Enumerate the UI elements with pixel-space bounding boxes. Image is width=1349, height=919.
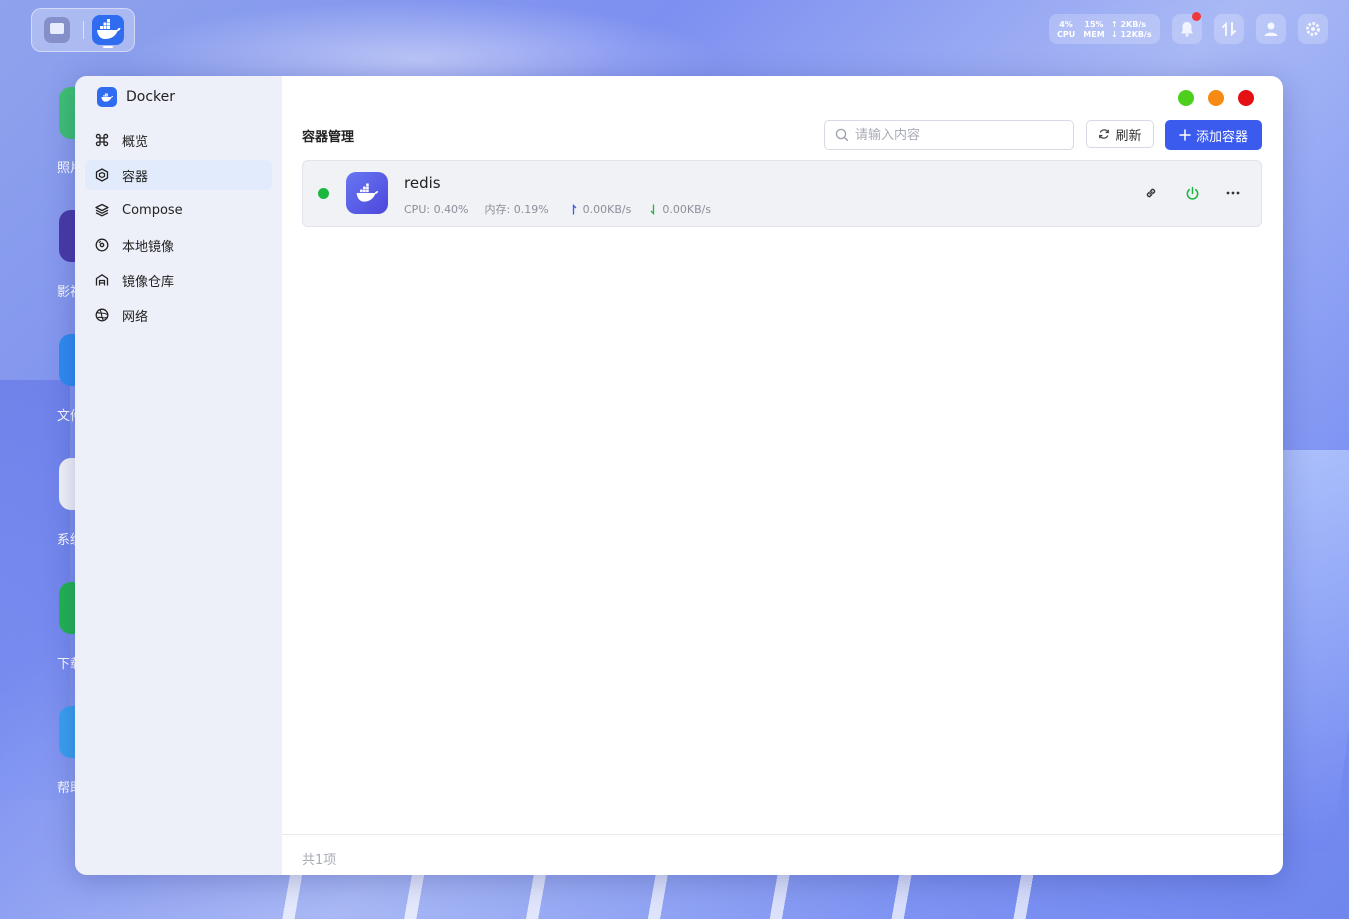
notification-badge bbox=[1192, 12, 1201, 21]
sidebar-item-label: 镜像仓库 bbox=[122, 274, 175, 290]
wallpaper-stripes bbox=[230, 870, 1130, 919]
sidebar-item-local-images[interactable]: 本地镜像 bbox=[85, 230, 272, 260]
desktop-label-help: 帮助 bbox=[57, 781, 77, 796]
container-net-down: 0.00KB/s bbox=[662, 202, 712, 216]
system-stats-widget[interactable]: 4% CPU 15% MEM ↑ 2KB/s ↓ 12KB/s bbox=[1049, 14, 1160, 44]
add-container-button[interactable]: 添加容器 bbox=[1165, 120, 1262, 150]
gear-icon bbox=[1306, 22, 1320, 36]
sidebar: Docker 概览 容器 Compose 本地镜像 镜像仓库 网络 bbox=[75, 76, 282, 875]
transfer-arrows-icon bbox=[1222, 21, 1236, 37]
sidebar-item-label: 容器 bbox=[122, 169, 149, 185]
bell-icon bbox=[1181, 22, 1193, 37]
docker-logo-icon bbox=[97, 87, 117, 107]
container-mem: 内存: 0.19% bbox=[484, 203, 549, 216]
sidebar-item-network[interactable]: 网络 bbox=[85, 300, 272, 330]
container-status-indicator bbox=[318, 188, 329, 199]
search-icon bbox=[835, 128, 849, 142]
docker-app-button[interactable] bbox=[92, 15, 124, 45]
sidebar-item-overview[interactable]: 概览 bbox=[85, 125, 272, 155]
total-count: 共1项 bbox=[302, 853, 337, 868]
minimize-button[interactable] bbox=[1178, 90, 1194, 106]
app-name: Docker bbox=[126, 89, 176, 105]
desktop-app-button[interactable] bbox=[44, 17, 70, 43]
search-input[interactable] bbox=[855, 125, 1065, 145]
layers-icon bbox=[95, 203, 109, 217]
docker-window: Docker 概览 容器 Compose 本地镜像 镜像仓库 网络 容器管理 请… bbox=[75, 76, 1283, 875]
desktop-label-files: 文件 bbox=[57, 409, 77, 424]
list-footer: 共1项 bbox=[282, 834, 1283, 875]
container-card[interactable]: redis CPU: 0.40% 内存: 0.19% 0.00KB/s 0.00… bbox=[302, 160, 1262, 227]
dock-divider bbox=[83, 21, 84, 39]
net-down-value: ↓ 12KB/s bbox=[1111, 30, 1152, 39]
container-net-up: 0.00KB/s bbox=[582, 202, 632, 216]
search-box bbox=[824, 120, 1074, 150]
user-icon bbox=[1264, 22, 1278, 36]
upload-arrow-icon bbox=[572, 203, 577, 214]
docker-whale-icon bbox=[97, 19, 121, 39]
net-up-value: ↑ 2KB/s bbox=[1111, 20, 1147, 29]
desktop-label-photos: 照片 bbox=[57, 161, 77, 176]
cpu-stat: 4% CPU bbox=[1057, 20, 1075, 40]
active-app-indicator bbox=[103, 46, 113, 48]
taskbar-dock bbox=[31, 8, 135, 52]
desktop-label-system: 系统 bbox=[57, 533, 77, 548]
command-icon bbox=[95, 133, 109, 147]
refresh-button[interactable]: 刷新 bbox=[1086, 120, 1154, 148]
disc-icon bbox=[95, 238, 109, 252]
sidebar-item-label: 概览 bbox=[122, 134, 149, 150]
link-icon bbox=[1146, 188, 1156, 198]
sidebar-item-label: 本地镜像 bbox=[122, 239, 175, 255]
power-icon bbox=[1186, 186, 1198, 200]
warehouse-icon bbox=[95, 274, 109, 286]
cpu-value: 4% bbox=[1059, 20, 1073, 29]
app-title: Docker bbox=[97, 87, 175, 107]
window-icon bbox=[50, 23, 64, 34]
sidebar-item-compose[interactable]: Compose bbox=[85, 195, 272, 225]
mem-value: 15% bbox=[1084, 20, 1104, 29]
desktop-label-download: 下载 bbox=[57, 657, 77, 672]
page-title: 容器管理 bbox=[302, 130, 355, 145]
sidebar-item-containers[interactable]: 容器 bbox=[85, 160, 272, 190]
add-container-label: 添加容器 bbox=[1195, 129, 1248, 145]
refresh-label: 刷新 bbox=[1115, 128, 1142, 144]
mem-label: MEM bbox=[1083, 30, 1105, 39]
container-name: redis bbox=[404, 174, 441, 192]
settings-button[interactable] bbox=[1298, 14, 1328, 44]
mem-stat: 15% MEM bbox=[1083, 20, 1105, 40]
hexagon-box-icon bbox=[95, 168, 109, 182]
container-link-button[interactable] bbox=[1141, 183, 1161, 203]
transfer-button[interactable] bbox=[1214, 14, 1244, 44]
close-button[interactable] bbox=[1238, 90, 1254, 106]
notification-button[interactable] bbox=[1172, 12, 1202, 44]
container-more-button[interactable] bbox=[1223, 183, 1243, 203]
refresh-icon bbox=[1099, 129, 1110, 139]
network-globe-icon bbox=[95, 308, 109, 322]
container-cpu: CPU: 0.40% bbox=[404, 202, 469, 216]
plus-icon bbox=[1179, 129, 1191, 141]
container-stats: CPU: 0.40% 内存: 0.19% 0.00KB/s 0.00KB/s bbox=[404, 201, 711, 217]
user-button[interactable] bbox=[1256, 14, 1286, 44]
more-horizontal-icon bbox=[1226, 191, 1240, 195]
container-docker-icon bbox=[346, 172, 388, 214]
sidebar-item-registry[interactable]: 镜像仓库 bbox=[85, 265, 272, 295]
sidebar-item-label: 网络 bbox=[122, 309, 149, 325]
cpu-label: CPU bbox=[1057, 30, 1076, 39]
sidebar-item-label: Compose bbox=[122, 202, 183, 218]
container-power-button[interactable] bbox=[1182, 183, 1202, 203]
net-stat: ↑ 2KB/s ↓ 12KB/s bbox=[1111, 20, 1157, 40]
maximize-button[interactable] bbox=[1208, 90, 1224, 106]
desktop-label-video: 影视 bbox=[57, 285, 77, 300]
main-panel: 容器管理 刷新 添加容器 bbox=[282, 76, 1283, 875]
download-arrow-icon bbox=[650, 204, 655, 215]
